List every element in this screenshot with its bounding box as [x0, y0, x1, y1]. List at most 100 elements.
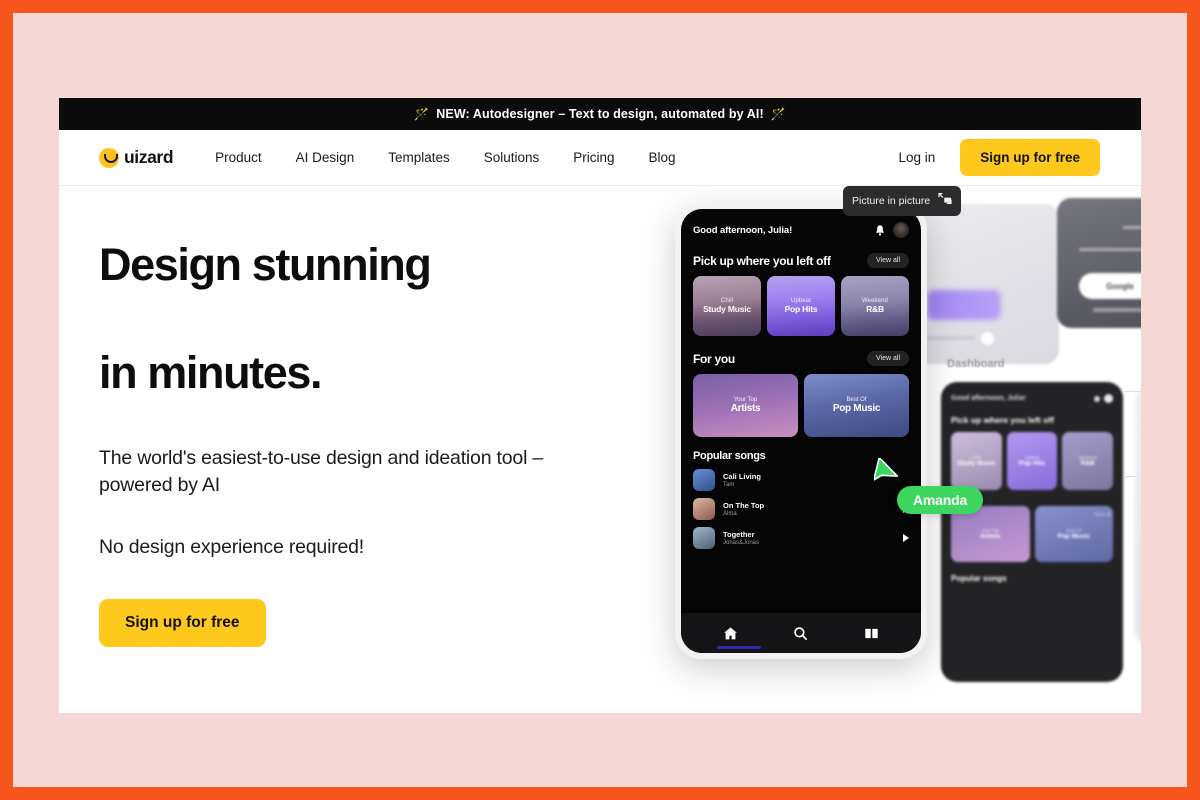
pickup-tiles: Chill Study Music Upbeat Pop Hits Weeken…: [693, 276, 909, 336]
hero-subheading-secondary: No design experience required!: [99, 535, 365, 558]
picture-in-picture-tooltip[interactable]: Picture in picture: [843, 186, 962, 216]
tile-title: Study Music: [703, 304, 751, 314]
home-icon[interactable]: [723, 626, 738, 641]
signup-button-nav[interactable]: Sign up for free: [960, 139, 1100, 176]
mockup-dashboard-label: Dashboard: [947, 358, 1005, 370]
song-artwork: [693, 469, 715, 491]
view-all-button-pickup[interactable]: View all: [867, 253, 909, 268]
magic-wand-icon-left: 🪄: [414, 107, 430, 121]
tile-study-music[interactable]: Chill Study Music: [693, 276, 761, 336]
song-meta: On The Top Alma: [723, 501, 895, 517]
nav-item-blog[interactable]: Blog: [649, 150, 676, 165]
nav-item-pricing[interactable]: Pricing: [573, 150, 614, 165]
hero-section: Design stunning in minutes. The world's …: [59, 186, 1141, 713]
bg-tile-big: R&B: [1080, 460, 1095, 467]
bg-tile-big: Artists: [979, 533, 1001, 540]
song-row[interactable]: On The Top Alma: [693, 498, 909, 520]
bell-icon: [1094, 395, 1100, 402]
section-title: For you: [693, 351, 735, 366]
bg-phone-section-title: Pick up where you left off: [951, 415, 1054, 425]
cursor-arrow-icon: [872, 456, 900, 491]
foryou-tiles: Your Top Artists Best Of Pop Music: [693, 374, 909, 437]
mockup-toggle-knob: [981, 332, 994, 345]
bg-phone-greeting: Good afternoon, Julia!: [951, 395, 1026, 402]
nav-item-product[interactable]: Product: [215, 150, 262, 165]
bg-songs-title: Popular songs: [951, 574, 1007, 583]
search-icon[interactable]: [793, 626, 808, 641]
mockup-chip: [927, 290, 1001, 320]
picture-in-picture-icon: [938, 192, 952, 210]
song-row[interactable]: Together Jonas&Jonas: [693, 527, 909, 549]
mockup-line: [925, 336, 975, 340]
section-header-pickup: Pick up where you left off View all: [693, 253, 909, 268]
page-background: 🪄 NEW: Autodesigner – Text to design, au…: [13, 13, 1187, 787]
mockup-line: [1123, 226, 1141, 229]
collaborator-name-label: Amanda: [897, 486, 984, 514]
tile-your-top-artists[interactable]: Your Top Artists: [693, 374, 798, 437]
signup-button-hero[interactable]: Sign up for free: [99, 598, 266, 647]
uizard-smile-icon: [99, 147, 119, 168]
hero-subheading: The world's easiest-to-use design and id…: [99, 446, 544, 497]
section-title: Pick up where you left off: [693, 253, 831, 268]
tile-best-of-pop-music[interactable]: Best Of Pop Music: [804, 374, 909, 437]
pip-tooltip-label: Picture in picture: [852, 195, 931, 207]
song-artwork: [693, 498, 715, 520]
bg-tile: Your Top Artists: [951, 506, 1030, 562]
avatar: [1104, 394, 1113, 403]
play-icon[interactable]: [903, 534, 909, 542]
bg-phone-icons: [1094, 394, 1113, 403]
tile-title: Pop Hits: [784, 304, 818, 314]
song-artwork: [693, 527, 715, 549]
phone-topbar-icons: [875, 222, 909, 238]
background-phone-mockup: Good afternoon, Julia! Pick up where you…: [941, 382, 1123, 682]
magic-wand-icon-right: 🪄: [770, 107, 786, 121]
logo-wordmark: uizard: [124, 147, 174, 167]
bg-view-all: View all: [1093, 512, 1111, 518]
announcement-text: NEW: Autodesigner – Text to design, auto…: [436, 107, 764, 121]
bg-phone-topbar: Good afternoon, Julia!: [951, 394, 1113, 403]
home-indicator: [717, 646, 761, 649]
nav-item-solutions[interactable]: Solutions: [484, 150, 540, 165]
bg-phone-tiles2: Your Top Artists Best Of Pop Music: [951, 506, 1113, 562]
view-all-button-foryou[interactable]: View all: [867, 351, 909, 366]
tile-title: Pop Music: [832, 403, 881, 414]
announcement-bar[interactable]: 🪄 NEW: Autodesigner – Text to design, au…: [59, 98, 1141, 130]
bg-phone-tiles: Chill Study Music Upbeat Pop Hits Weeken…: [951, 432, 1114, 490]
uizard-logo[interactable]: uizard: [99, 147, 174, 168]
nav-item-templates[interactable]: Templates: [388, 150, 450, 165]
phone-screen: Good afternoon, Julia! Pick up where you…: [681, 209, 921, 653]
tile-pop-hits[interactable]: Upbeat Pop Hits: [767, 276, 835, 336]
song-meta: Together Jonas&Jonas: [723, 530, 895, 546]
bell-icon[interactable]: [875, 224, 885, 236]
hero-copy: Design stunning in minutes. The world's …: [99, 241, 569, 647]
background-mockup-card: [909, 204, 1059, 364]
login-link[interactable]: Log in: [898, 150, 935, 165]
hero-heading-line2: in minutes.: [99, 347, 323, 399]
bg-tile: Upbeat Pop Hits: [1006, 432, 1058, 490]
hero-heading-line1: Design stunning: [99, 239, 432, 290]
tile-rnb[interactable]: Weekend R&B: [841, 276, 909, 336]
bg-tile: Chill Study Music: [951, 432, 1002, 490]
phone-mockup: Good afternoon, Julia! Pick up where you…: [675, 203, 927, 659]
song-artist: Jonas&Jonas: [723, 540, 760, 546]
hero-visual: Google Dashboard Share: [579, 186, 1141, 713]
song-artist: Alma: [723, 511, 737, 517]
nav-item-ai-design[interactable]: AI Design: [296, 150, 355, 165]
background-mockup-login-card: Google: [1057, 198, 1141, 328]
phone-topbar: Good afternoon, Julia!: [693, 222, 909, 238]
tile-title: R&B: [866, 304, 884, 314]
avatar[interactable]: [893, 222, 909, 238]
bg-tile-big: Pop Hits: [1018, 460, 1046, 467]
website-preview-card: 🪄 NEW: Autodesigner – Text to design, au…: [59, 98, 1141, 713]
phone-tabbar: [681, 613, 921, 653]
main-navigation: uizard Product AI Design Templates Solut…: [59, 130, 1141, 186]
mockup-line: [1093, 308, 1141, 312]
book-icon[interactable]: [864, 626, 879, 641]
nav-actions: Log in Sign up for free: [898, 139, 1100, 176]
phone-greeting: Good afternoon, Julia!: [693, 224, 793, 236]
bg-tile-big: Pop Music: [1057, 533, 1090, 540]
nav-links: Product AI Design Templates Solutions Pr…: [215, 150, 675, 165]
bg-tile-big: Study Music: [957, 460, 996, 467]
background-phone-right: [1135, 386, 1141, 646]
section-header-foryou: For you View all: [693, 351, 909, 366]
